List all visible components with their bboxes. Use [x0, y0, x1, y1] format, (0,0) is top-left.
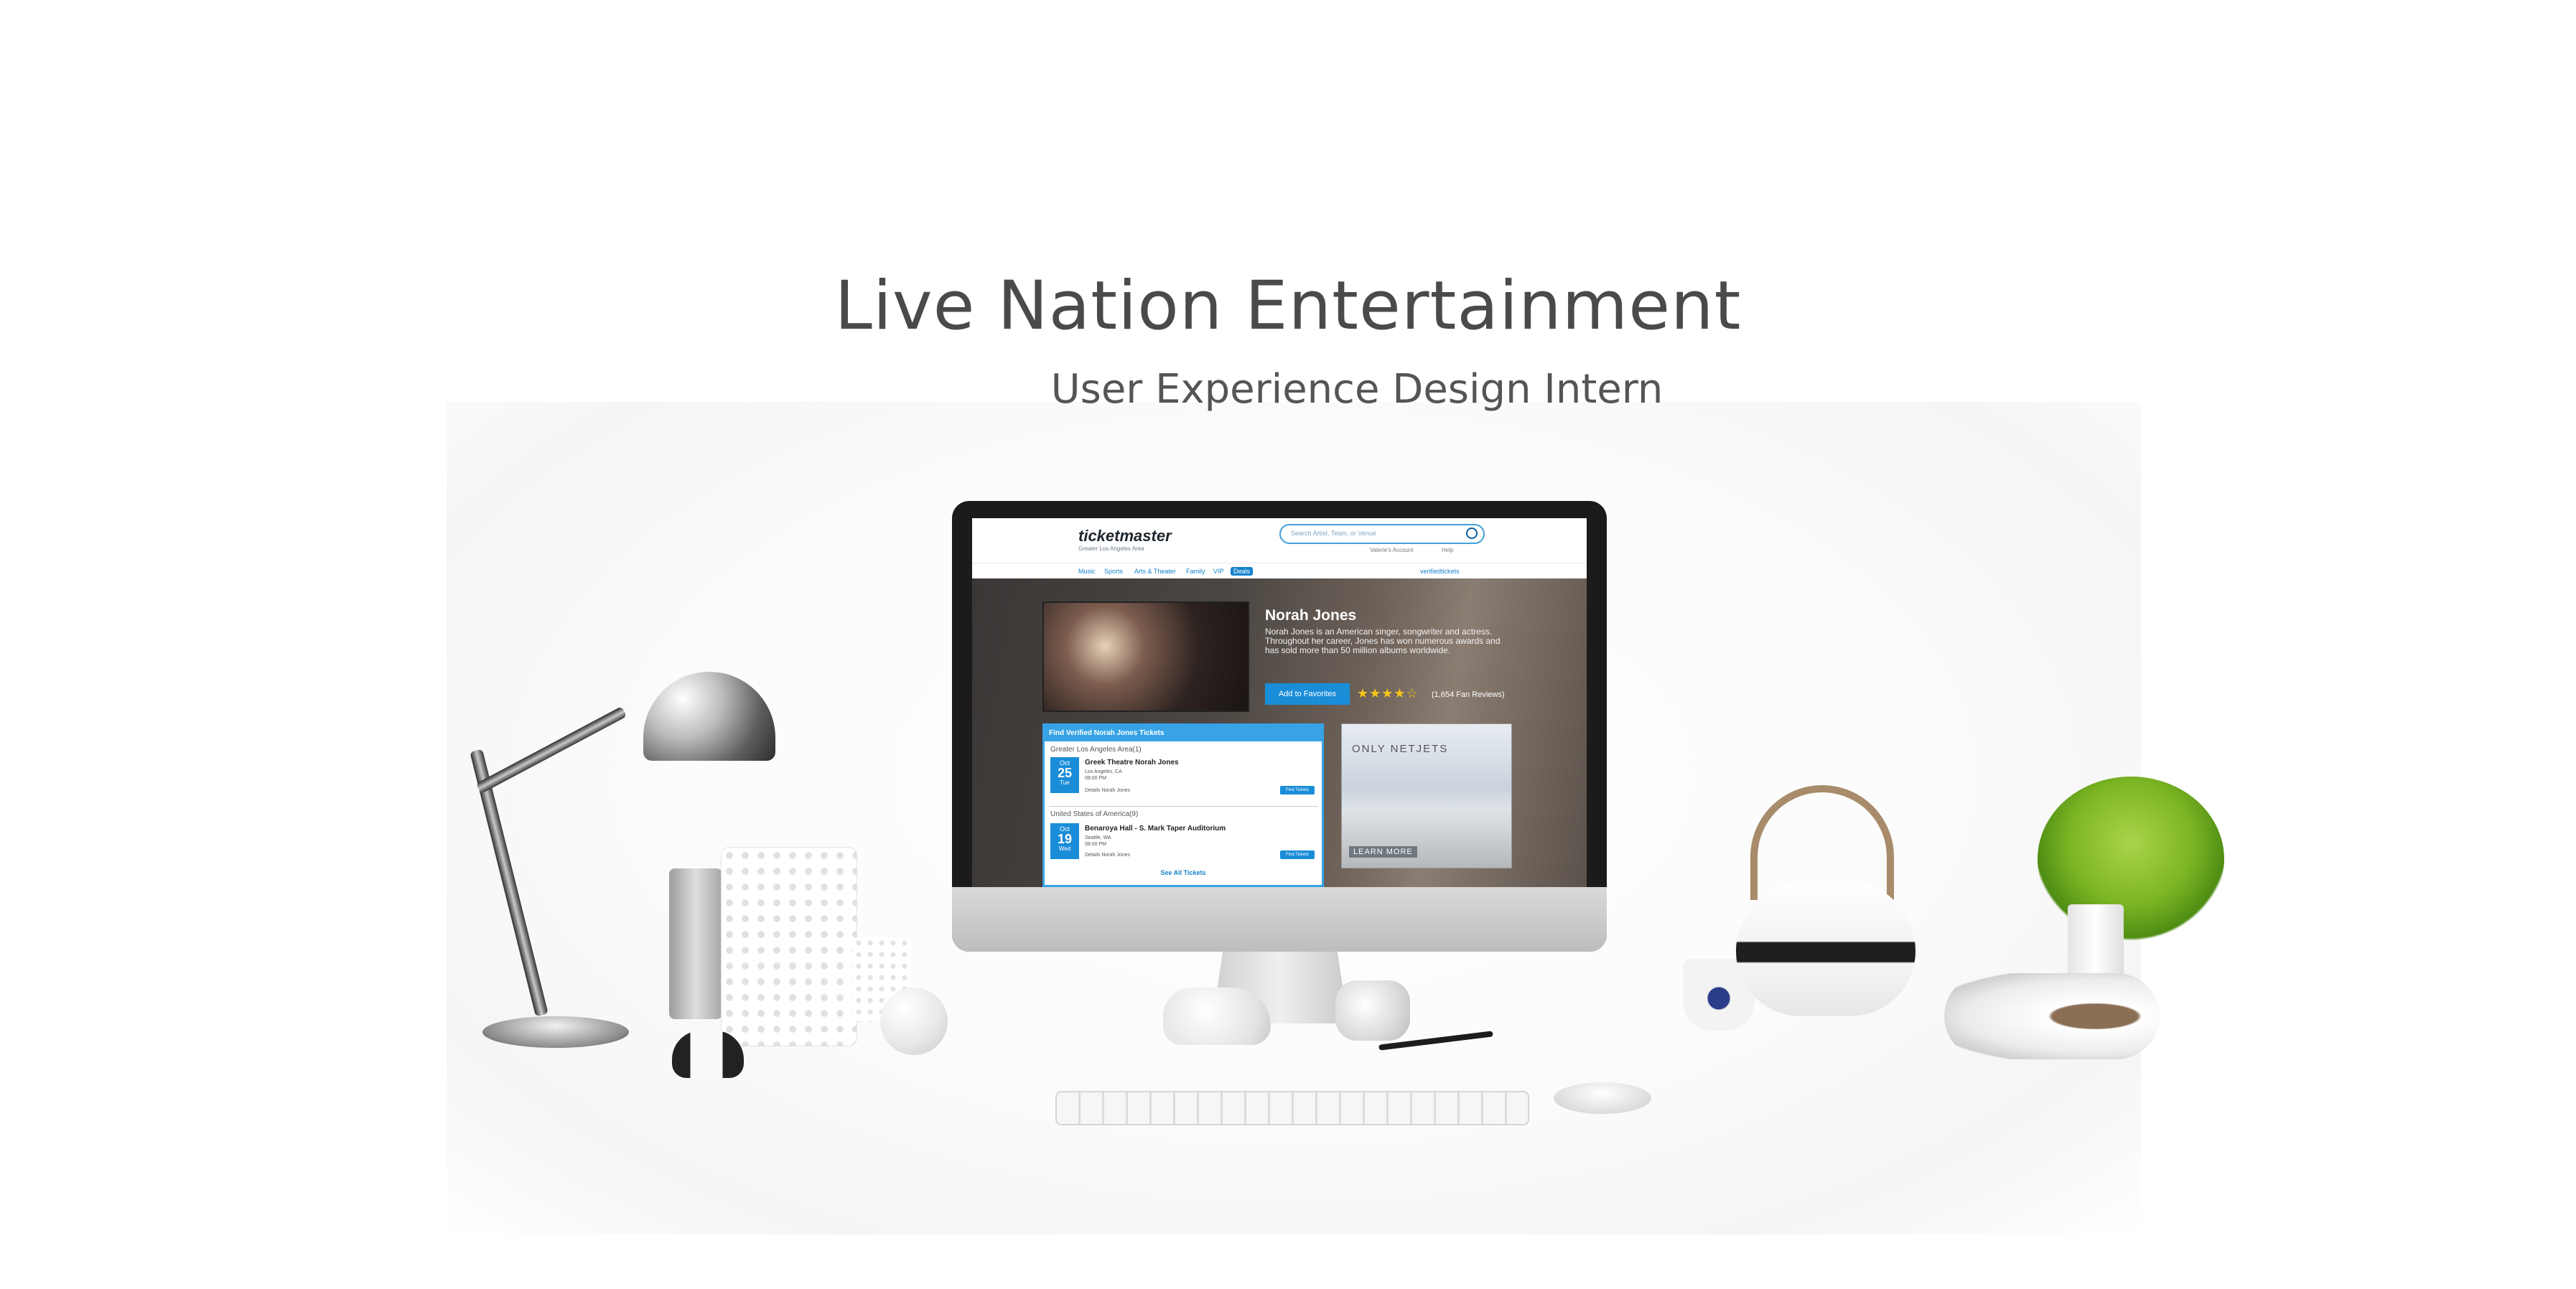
artist-photo: [1042, 601, 1249, 712]
tickets-heading: Find Verified Norah Jones Tickets: [1045, 726, 1322, 741]
bird-figurine: [1163, 988, 1271, 1045]
add-to-favorites-button[interactable]: Add to Favorites: [1265, 683, 1350, 705]
event-city: Seattle, WA: [1085, 835, 1111, 840]
page-title: Live Nation Entertainment: [834, 267, 1742, 345]
headphones: [1944, 973, 2160, 1059]
pen-cup: [669, 868, 722, 1019]
search-input[interactable]: Search Artist, Team, or Venue: [1279, 524, 1485, 544]
artist-name: Norah Jones: [1265, 607, 1357, 624]
mouse: [1554, 1082, 1651, 1114]
event-date: Oct 19 Wed: [1050, 823, 1079, 859]
nav-arts-theater[interactable]: Arts & Theater: [1134, 568, 1176, 575]
ad-brand: ONLY NETJETS: [1352, 743, 1449, 755]
account-menu[interactable]: Valerie's Account: [1370, 547, 1414, 553]
event-date: Oct 25 Tue: [1050, 757, 1079, 793]
help-link[interactable]: Help: [1442, 547, 1453, 553]
nav-deals[interactable]: Deals: [1231, 567, 1254, 576]
rating-stars[interactable]: ★★★★☆: [1357, 686, 1419, 701]
site-logo[interactable]: ticketmaster: [1078, 527, 1172, 545]
nav-music[interactable]: Music: [1078, 568, 1096, 575]
site-header: ticketmaster Greater Los Angeles Area Se…: [972, 518, 1587, 563]
find-tickets-button[interactable]: Find Tickets: [1280, 850, 1315, 859]
nav-sports[interactable]: Sports: [1104, 568, 1123, 575]
teapot: [1736, 880, 1915, 1016]
verified-tickets-badge: verifiedtickets: [1420, 568, 1460, 575]
perforated-vase: [721, 847, 857, 1046]
potted-plant: [2038, 777, 2224, 942]
group-label: Greater Los Angeles Area(1): [1050, 746, 1142, 754]
search-icon[interactable]: [1466, 528, 1478, 539]
see-all-tickets-link[interactable]: See All Tickets: [1045, 869, 1322, 876]
divider: [1049, 806, 1317, 807]
event-venue[interactable]: Benaroya Hall - S. Mark Taper Auditorium: [1085, 825, 1226, 833]
event-details[interactable]: Details Norah Jones: [1085, 852, 1130, 858]
event-time: 08:00 PM: [1085, 842, 1106, 847]
monitor-screen: ticketmaster Greater Los Angeles Area Se…: [972, 518, 1587, 887]
nav-family[interactable]: Family: [1186, 568, 1205, 575]
netjets-ad[interactable]: ONLY NETJETS LEARN MORE: [1341, 723, 1512, 868]
nav-vip[interactable]: VIP: [1213, 568, 1224, 575]
ad-learn-more-button[interactable]: LEARN MORE: [1349, 846, 1417, 858]
lamp-base: [482, 1016, 629, 1048]
event-details[interactable]: Details Norah Jones: [1085, 787, 1130, 794]
search-placeholder: Search Artist, Team, or Venue: [1291, 530, 1376, 537]
find-tickets-panel: Find Verified Norah Jones Tickets Greate…: [1042, 723, 1324, 887]
panda-figurine: [672, 1031, 744, 1078]
event-time: 08:00 PM: [1085, 776, 1106, 781]
event-city: Los Angeles, CA: [1085, 769, 1122, 774]
fan-reviews-link[interactable]: (1,654 Fan Reviews): [1432, 690, 1505, 699]
keyboard: [1055, 1091, 1529, 1125]
page-subtitle: User Experience Design Intern: [1050, 366, 1663, 413]
group-label: United States of America(9): [1050, 810, 1139, 818]
crumpled-paper: [1335, 980, 1410, 1041]
decor-sphere: [880, 988, 948, 1055]
find-tickets-button[interactable]: Find Tickets: [1280, 786, 1315, 795]
event-venue[interactable]: Greek Theatre Norah Jones: [1085, 759, 1179, 767]
artist-bio: Norah Jones is an American singer, songw…: [1265, 627, 1501, 655]
category-nav: Music Sports Arts & Theater Family VIP D…: [972, 563, 1587, 580]
location-selector[interactable]: Greater Los Angeles Area: [1078, 545, 1144, 552]
monitor-chin: [952, 887, 1607, 952]
